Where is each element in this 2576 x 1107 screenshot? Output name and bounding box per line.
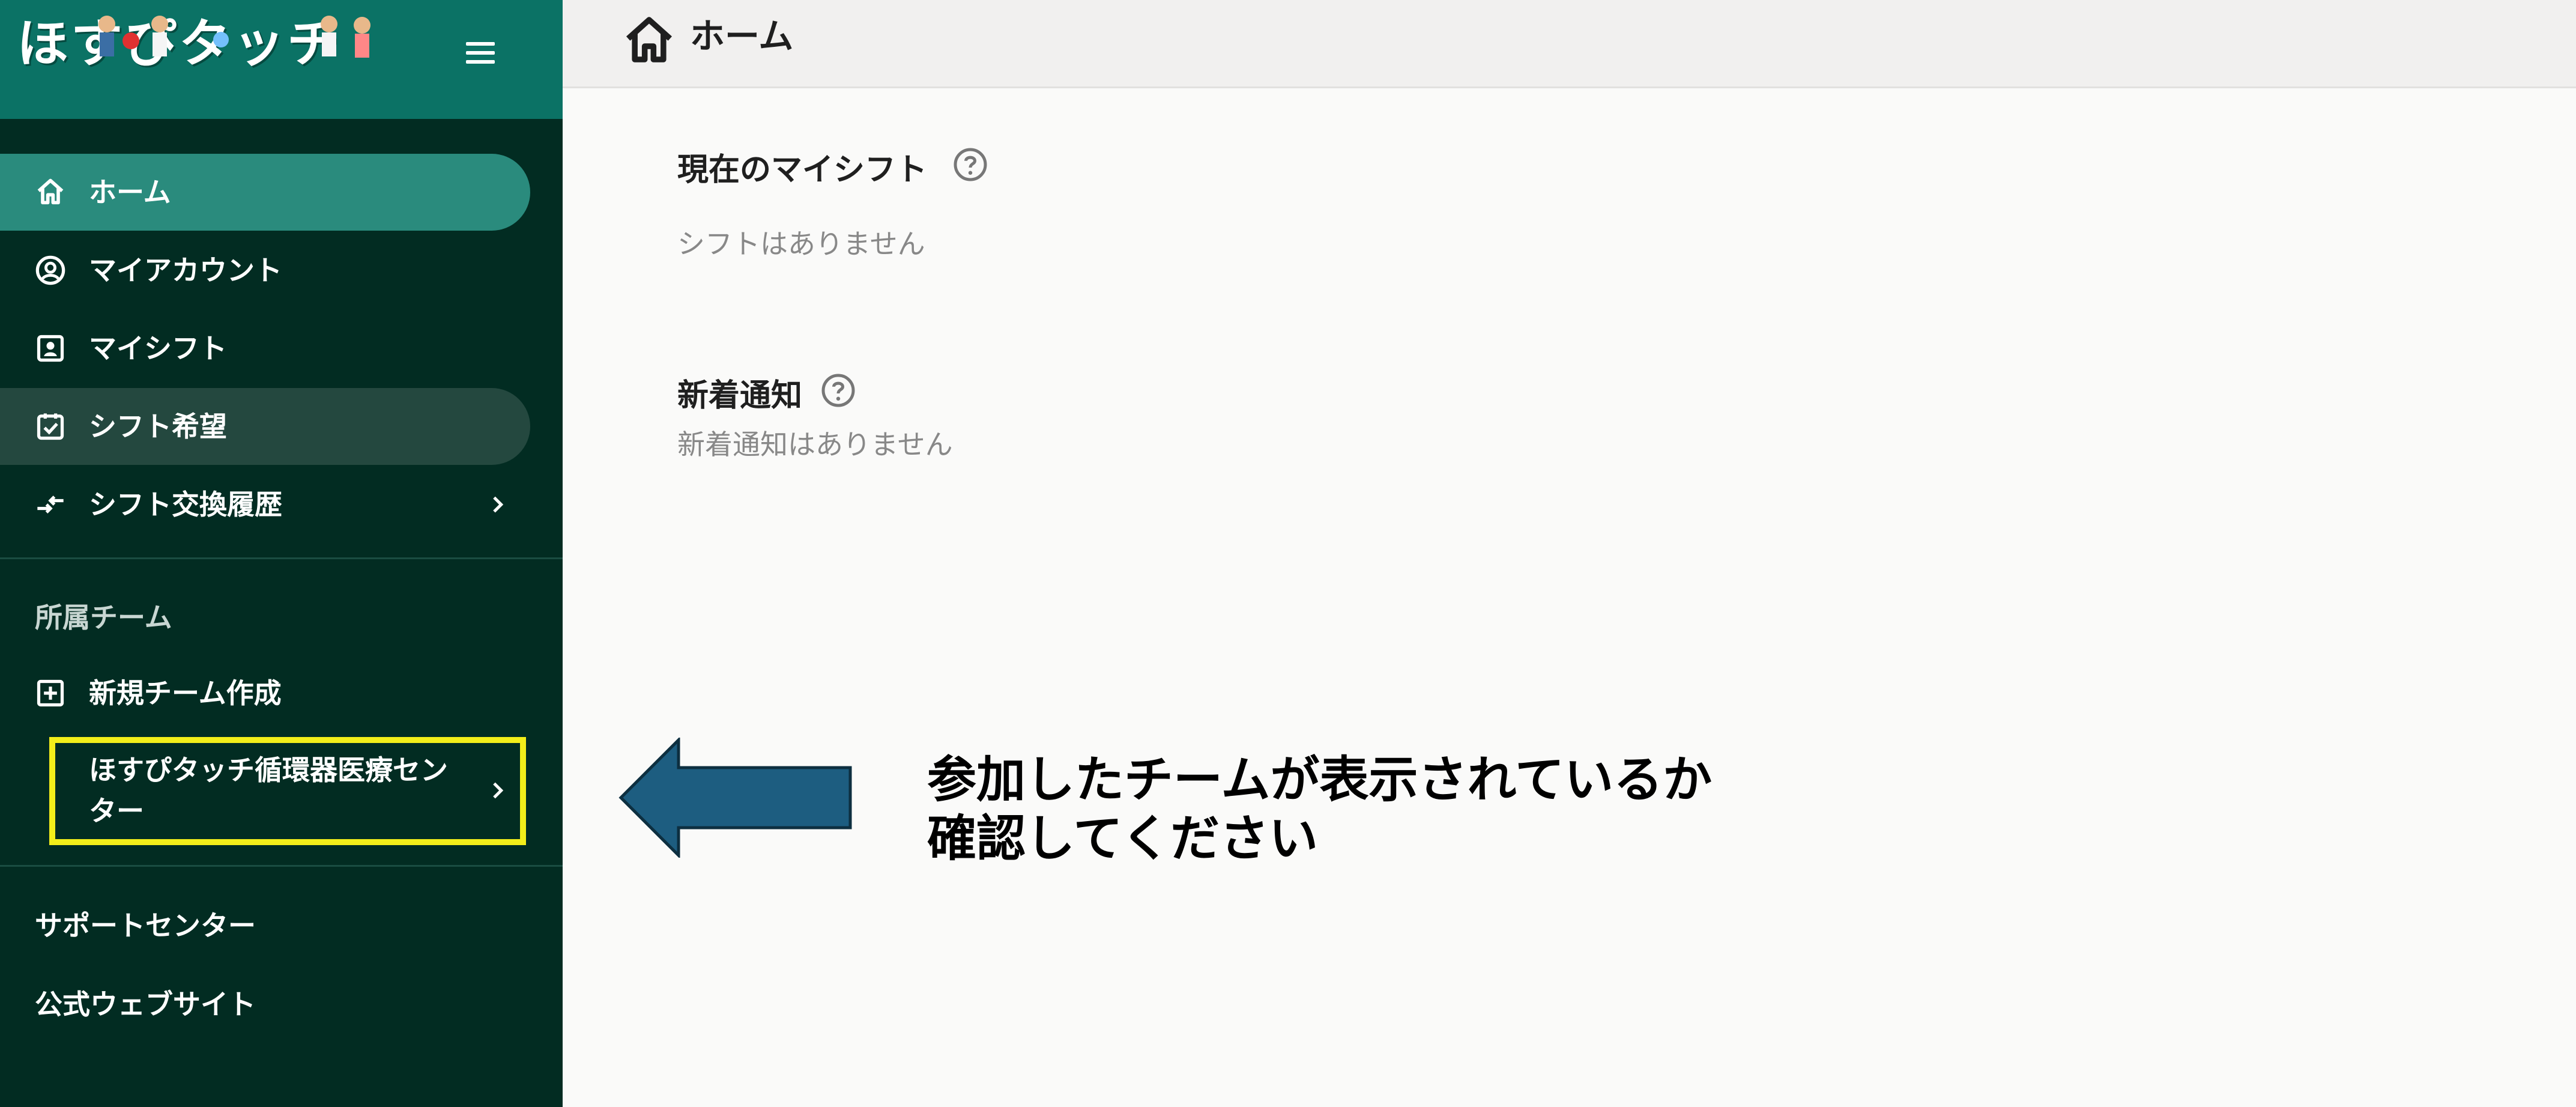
create-team-button[interactable]: 新規チーム作成 [0,655,530,732]
help-icon[interactable] [820,372,856,408]
plus-square-icon [37,679,64,707]
home-icon [37,178,64,205]
support-center-link[interactable]: サポートセンター [35,904,256,944]
chevron-right-icon [493,782,504,799]
notifications-empty-text: 新着通知はありません [677,428,953,461]
my-shift-title: 現在のマイシフト [677,152,928,188]
help-icon[interactable] [952,147,988,183]
notifications-title: 新着通知 [677,378,803,414]
my-shift-empty-text: シフトはありません [677,228,925,260]
hamburger-menu-icon[interactable] [456,29,504,77]
sidebar-item-label: マイアカウント [89,254,282,287]
annotation-line-2: 確認してください [927,810,1319,867]
checkbox-calendar-icon [37,413,64,440]
chevron-right-icon [493,496,504,513]
official-website-link[interactable]: 公式ウェブサイト [35,983,256,1022]
app-logo[interactable]: ほすぴタッチ [17,11,389,77]
logo-figures-icon [98,16,370,58]
annotation-line-1: 参加したチームが表示されているか [927,751,1713,808]
sidebar-item-label: 新規チーム作成 [89,677,282,709]
sidebar-item-my-shift[interactable]: マイシフト [0,310,530,387]
team-section-label: 所属チーム [35,601,172,634]
top-bar: ホーム [563,0,2576,88]
sidebar-divider [0,557,563,559]
home-icon [626,17,673,62]
team-item-label[interactable]: ほすぴタッチ循環器医療センター [89,750,473,831]
app-root: ほすぴタッチ ホーム マイアカウント マイシフト シフト希望 シフト交換履歴 所… [0,0,2576,1107]
sidebar-item-label: シフト交換履歴 [89,488,282,521]
sidebar: ほすぴタッチ ホーム マイアカウント マイシフト シフト希望 シフト交換履歴 所… [0,0,563,1107]
annotation-arrow-icon [618,738,852,858]
sidebar-item-my-account[interactable]: マイアカウント [0,232,530,309]
sidebar-item-label: シフト希望 [89,410,227,443]
sidebar-divider [0,865,563,867]
badge-icon [37,335,64,362]
sidebar-item-home[interactable]: ホーム [0,154,530,231]
account-circle-icon [35,255,65,285]
sidebar-header: ほすぴタッチ [0,0,563,119]
sidebar-item-label: ホーム [89,176,171,208]
sidebar-item-shift-request[interactable]: シフト希望 [0,388,530,465]
annotation-text: 参加したチームが表示されているか 確認してください [927,751,1828,869]
page-title: ホーム [690,16,794,56]
sidebar-item-shift-swap-history[interactable]: シフト交換履歴 [0,466,530,543]
swap-arrows-icon [37,496,64,514]
sidebar-item-label: マイシフト [89,332,227,365]
